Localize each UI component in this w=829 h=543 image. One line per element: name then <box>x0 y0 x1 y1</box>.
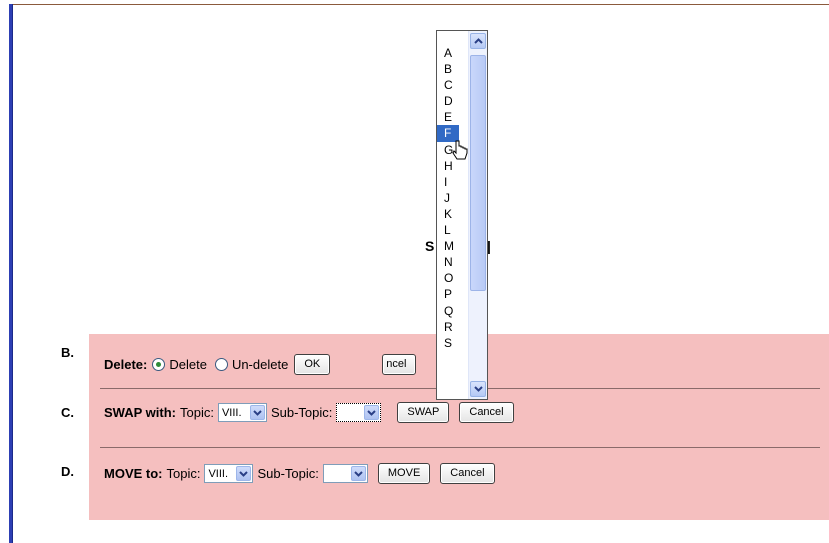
swap-subtopic-select[interactable] <box>336 403 382 422</box>
dropdown-option[interactable]: B <box>437 61 459 77</box>
dropdown-option[interactable]: L <box>437 222 459 238</box>
delete-radio-label: Delete <box>169 357 207 372</box>
dropdown-option[interactable]: M <box>437 238 459 254</box>
row-label-c: C. <box>61 405 74 420</box>
dropdown-option[interactable]: P <box>437 286 459 302</box>
move-topic-value: VIII. <box>208 467 229 480</box>
dropdown-option[interactable]: N <box>437 254 459 270</box>
dropdown-scrollbar[interactable] <box>468 31 487 399</box>
swap-topic-value: VIII. <box>221 406 242 419</box>
dropdown-option[interactable]: I <box>437 174 459 190</box>
move-row: MOVE to: Topic: VIII. Sub-Topic: MOVE Ca… <box>104 463 495 484</box>
move-button[interactable]: MOVE <box>377 463 431 484</box>
dropdown-option[interactable]: K <box>437 206 459 222</box>
subtopic-dropdown-list[interactable]: ABCDEFGHIJKLMNOPQRS <box>436 30 488 400</box>
swap-topic-select[interactable]: VIII. <box>217 403 267 422</box>
dropdown-option[interactable]: O <box>437 270 459 286</box>
scrollbar-thumb[interactable] <box>470 55 486 291</box>
chevron-down-icon <box>249 405 265 420</box>
dropdown-option[interactable]: D <box>437 93 459 109</box>
delete-prefix: Delete: <box>104 357 148 372</box>
swap-cancel-button[interactable]: Cancel <box>459 402 514 423</box>
ok-button[interactable]: OK <box>294 354 331 375</box>
move-topic-label: Topic: <box>166 466 201 481</box>
dropdown-option[interactable]: S <box>437 335 459 351</box>
mouse-pointer-icon <box>452 140 468 160</box>
row-label-d: D. <box>61 464 74 479</box>
delete-row: Delete: Delete Un-delete OK ncel <box>104 354 417 375</box>
row-label-b: B. <box>61 345 74 360</box>
divider <box>100 447 820 448</box>
move-prefix: MOVE to: <box>104 466 163 481</box>
frame-left-border-shadow <box>12 4 13 543</box>
move-topic-select[interactable]: VIII. <box>204 464 254 483</box>
chevron-up-icon[interactable] <box>470 33 486 49</box>
dropdown-options: ABCDEFGHIJKLMNOPQRS <box>437 45 471 351</box>
dropdown-option[interactable]: J <box>437 190 459 206</box>
swap-topic-label: Topic: <box>179 405 214 420</box>
undelete-radio[interactable] <box>214 358 228 371</box>
chevron-down-icon <box>364 405 380 420</box>
swap-button[interactable]: SWAP <box>397 402 450 423</box>
delete-radio[interactable] <box>152 358 166 371</box>
move-subtopic-label: Sub-Topic: <box>257 466 319 481</box>
undelete-radio-label: Un-delete <box>231 357 289 372</box>
dropdown-option[interactable]: A <box>437 45 459 61</box>
frame-top-border <box>9 4 829 5</box>
move-subtopic-select[interactable] <box>322 464 368 483</box>
dropdown-option[interactable]: E <box>437 109 459 125</box>
swap-subtopic-label: Sub-Topic: <box>270 405 333 420</box>
move-cancel-button[interactable]: Cancel <box>440 463 495 484</box>
chevron-down-icon <box>350 466 366 481</box>
chevron-down-icon <box>236 466 252 481</box>
occluded-text-fragment: S <box>425 238 435 254</box>
swap-row: SWAP with: Topic: VIII. Sub-Topic: SWAP … <box>104 402 514 423</box>
dropdown-option[interactable]: R <box>437 319 459 335</box>
dropdown-option[interactable]: Q <box>437 303 459 319</box>
dropdown-option[interactable]: C <box>437 77 459 93</box>
delete-cancel-button[interactable]: ncel <box>382 354 417 375</box>
chevron-down-icon[interactable] <box>470 381 486 397</box>
swap-prefix: SWAP with: <box>104 405 176 420</box>
